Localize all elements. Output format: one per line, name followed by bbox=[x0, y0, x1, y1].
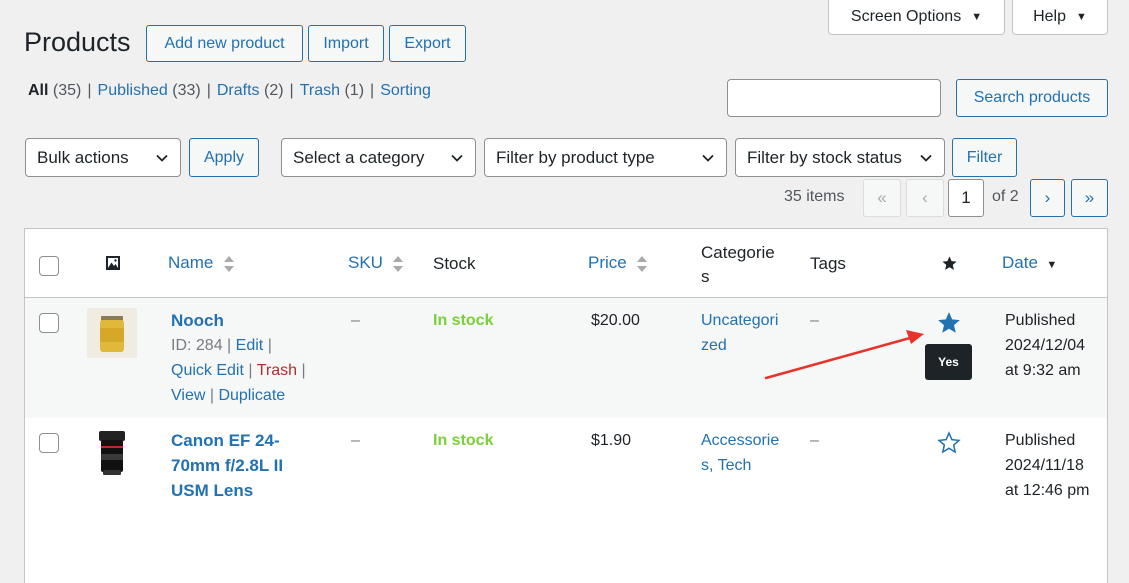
table-header-row: Name SKU Stock Price Categorie s Tags Da… bbox=[25, 229, 1107, 298]
items-count: 35 items bbox=[784, 188, 845, 205]
featured-tooltip: Yes bbox=[925, 344, 972, 380]
bulk-actions-select[interactable]: Bulk actions bbox=[25, 138, 181, 177]
category-link[interactable]: Accessorie s, Tech bbox=[701, 428, 779, 478]
screen-options-label: Screen Options bbox=[850, 8, 962, 25]
chevron-down-icon bbox=[920, 154, 932, 162]
status-filter-links: All (35) | Published (33) | Drafts (2) | Trash… bbox=[28, 82, 431, 99]
sku-cell: – bbox=[351, 432, 360, 449]
caret-down-icon: ▼ bbox=[1076, 11, 1087, 23]
product-type-select[interactable]: Filter by product type bbox=[484, 138, 727, 177]
stock-status: In stock bbox=[433, 312, 494, 329]
next-page-button[interactable]: › bbox=[1030, 179, 1065, 217]
view-link[interactable]: View bbox=[171, 387, 205, 404]
date-cell: Published 2024/11/18 at 12:46 pm bbox=[1005, 432, 1090, 499]
product-name-link[interactable]: Nooch bbox=[171, 308, 306, 333]
help-label: Help bbox=[1033, 8, 1066, 25]
sorting-link[interactable]: Sorting bbox=[380, 82, 431, 99]
column-header-date[interactable]: Date ▼ bbox=[1002, 253, 1057, 273]
annotation-arrow-icon bbox=[764, 330, 924, 380]
price-cell: $20.00 bbox=[591, 312, 640, 329]
sku-cell: – bbox=[351, 312, 360, 329]
import-button[interactable]: Import bbox=[308, 25, 384, 62]
featured-star-outline-icon[interactable] bbox=[936, 430, 962, 456]
caret-down-icon: ▼ bbox=[971, 11, 983, 23]
stock-status-select[interactable]: Filter by stock status bbox=[735, 138, 945, 177]
row-checkbox[interactable] bbox=[39, 433, 59, 453]
trash-link[interactable]: Trash bbox=[257, 362, 297, 379]
row-checkbox[interactable] bbox=[39, 313, 59, 333]
status-all[interactable]: All (35) bbox=[28, 82, 81, 99]
status-drafts-link[interactable]: Drafts bbox=[217, 82, 260, 99]
status-published-link[interactable]: Published bbox=[98, 82, 168, 99]
page-title: Products bbox=[24, 27, 131, 57]
screen-options-button[interactable]: Screen Options ▼ bbox=[828, 0, 1005, 35]
product-id: ID: 284 bbox=[171, 337, 223, 354]
featured-star-filled-icon[interactable] bbox=[936, 310, 962, 336]
duplicate-link[interactable]: Duplicate bbox=[218, 387, 285, 404]
stock-status: In stock bbox=[433, 432, 494, 449]
quick-edit-link[interactable]: Quick Edit bbox=[171, 362, 244, 379]
product-name-cell: Canon EF 24- 70mm f/2.8L II USM Lens bbox=[171, 428, 283, 503]
featured-star-icon[interactable] bbox=[941, 255, 958, 272]
sort-icon bbox=[637, 255, 648, 272]
add-new-product-button[interactable]: Add new product bbox=[146, 25, 303, 62]
export-button[interactable]: Export bbox=[389, 25, 466, 62]
prev-page-button[interactable]: ‹ bbox=[906, 179, 944, 217]
select-all-checkbox[interactable] bbox=[39, 256, 59, 276]
date-cell: Published 2024/12/04 at 9:32 am bbox=[1005, 312, 1086, 379]
current-page-input[interactable]: 1 bbox=[948, 179, 984, 217]
column-header-tags: Tags bbox=[810, 254, 846, 273]
table-row: Canon EF 24- 70mm f/2.8L II USM Lens – I… bbox=[25, 418, 1107, 578]
filter-button[interactable]: Filter bbox=[952, 138, 1017, 177]
page-total: of 2 bbox=[992, 188, 1019, 205]
products-table: Name SKU Stock Price Categorie s Tags Da… bbox=[24, 228, 1108, 583]
tags-cell: – bbox=[810, 432, 819, 449]
apply-button[interactable]: Apply bbox=[189, 138, 259, 177]
product-thumbnail[interactable] bbox=[87, 428, 137, 478]
status-trash-link[interactable]: Trash bbox=[300, 82, 340, 99]
search-products-button[interactable]: Search products bbox=[956, 79, 1108, 117]
column-header-sku[interactable]: SKU bbox=[348, 253, 404, 273]
image-icon bbox=[106, 256, 120, 270]
chevron-down-icon bbox=[702, 154, 714, 162]
column-header-name[interactable]: Name bbox=[168, 253, 235, 273]
table-row: Nooch ID: 284 | Edit | Quick Edit | Tras… bbox=[25, 298, 1107, 418]
column-header-stock: Stock bbox=[433, 254, 476, 273]
last-page-button[interactable]: » bbox=[1071, 179, 1108, 217]
price-cell: $1.90 bbox=[591, 432, 632, 449]
sort-icon bbox=[223, 255, 234, 272]
chevron-down-icon bbox=[451, 154, 463, 162]
first-page-button[interactable]: « bbox=[863, 179, 901, 217]
help-button[interactable]: Help ▼ bbox=[1012, 0, 1108, 35]
chevron-down-icon bbox=[156, 154, 168, 162]
product-name-link[interactable]: Canon EF 24- 70mm f/2.8L II USM Lens bbox=[171, 428, 283, 503]
sort-icon bbox=[393, 255, 404, 272]
product-name-cell: Nooch ID: 284 | Edit | Quick Edit | Tras… bbox=[171, 308, 306, 408]
search-input[interactable] bbox=[727, 79, 941, 117]
column-header-categories: Categorie s bbox=[701, 243, 775, 286]
sort-desc-icon: ▼ bbox=[1046, 259, 1058, 271]
column-header-price[interactable]: Price bbox=[588, 253, 648, 273]
product-thumbnail[interactable] bbox=[87, 308, 137, 358]
edit-link[interactable]: Edit bbox=[236, 337, 264, 354]
category-select[interactable]: Select a category bbox=[281, 138, 476, 177]
